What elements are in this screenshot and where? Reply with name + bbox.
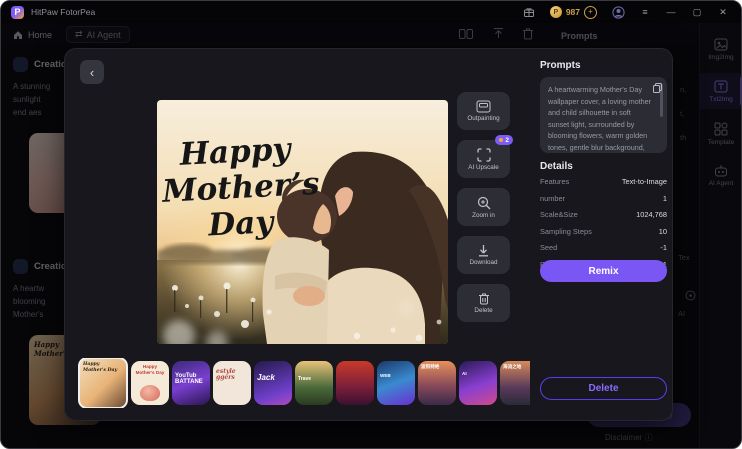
action-label: AI Upscale — [468, 163, 499, 171]
detail-label: Scale&Size — [540, 210, 578, 219]
thumbnail-text: 海流之地 — [503, 364, 522, 369]
generated-image[interactable]: Happy Mother’s Day — [157, 100, 448, 344]
back-button[interactable]: ‹ — [80, 60, 104, 84]
detail-row: number 1 — [540, 194, 667, 203]
app-logo: P — [11, 5, 24, 19]
download-button[interactable]: Download — [457, 236, 510, 274]
thumbnail-cyborg-web[interactable]: WEB — [377, 361, 415, 405]
close-button[interactable]: ✕ — [717, 7, 729, 18]
detail-row: Features Text-to-Image — [540, 177, 667, 186]
detail-value: -1 — [660, 243, 667, 252]
zoom-in-button[interactable]: Zoom in — [457, 188, 510, 226]
add-credits-icon[interactable]: + — [584, 5, 597, 19]
detail-label: Features — [540, 177, 570, 186]
app-window: P HitPaw FotorPea P 987 + ≡ — ▢ ✕ Home — [0, 0, 742, 449]
detail-row: Sampling Steps 10 — [540, 227, 667, 236]
thumbnail-text — [336, 361, 342, 367]
app-title: HitPaw FotorPea — [31, 7, 96, 17]
thumbnail-text: WEB — [380, 373, 391, 378]
minimize-button[interactable]: — — [665, 7, 677, 17]
ai-upscale-button[interactable]: 2 AI Upscale — [457, 135, 513, 178]
upscale-cost-badge: 2 — [495, 135, 513, 145]
thumbnail-text: Happy Mother's Day — [83, 362, 118, 373]
detail-label: number — [540, 193, 566, 203]
thumbnail-text: Jack — [257, 373, 275, 382]
thumbnail-mothers-day-photo[interactable]: Happy Mother's Day — [78, 358, 128, 408]
thumbnail-text: estyle ggers — [216, 368, 236, 381]
thumbnail-red-city[interactable] — [336, 361, 374, 405]
detail-value: 1024,768 — [636, 210, 667, 219]
action-label: Zoom in — [472, 211, 495, 219]
outpainting-button[interactable]: Outpainting — [457, 92, 510, 130]
thumbnail-text: 波阳特绝 — [421, 364, 440, 369]
zoom-in-icon — [477, 196, 490, 209]
thumbnail-mothers-day-illustration[interactable]: Happy Mother's Day — [131, 361, 169, 405]
delete-icon — [478, 293, 489, 305]
titlebar: P HitPaw FotorPea P 987 + ≡ — ▢ ✕ — [1, 1, 741, 23]
thumbnail-text: Happy Mother's Day — [135, 364, 165, 375]
coin-icon: P — [549, 6, 562, 18]
detail-label: Sampling Steps — [540, 226, 592, 236]
copy-icon[interactable] — [653, 83, 662, 93]
thumbnail-travel[interactable]: Trave — [295, 361, 333, 405]
thumbnail-text: AI — [462, 371, 467, 376]
credits-pill[interactable]: P 987 + — [549, 5, 597, 19]
outpainting-icon — [476, 100, 491, 113]
thumbnail-strip: Happy Mother's Day Happy Mother's Day Yo… — [78, 358, 530, 408]
menu-icon[interactable]: ≡ — [639, 7, 651, 17]
image-detail-modal: ‹ Happy Mother’s Day Outpainting 2 AI Up… — [64, 48, 673, 421]
delete-button[interactable]: Delete — [457, 284, 510, 322]
detail-label: Seed — [540, 243, 558, 252]
detail-row: Scale&Size 1024,768 — [540, 210, 667, 219]
details-heading: Details — [540, 161, 573, 172]
gift-icon[interactable] — [522, 5, 536, 19]
thumbnail-sunset-coast[interactable]: 波阳特绝 — [418, 361, 456, 405]
thumbnail-jack-neon[interactable]: Jack — [254, 361, 292, 405]
prompt-box[interactable]: A heartwarming Mother's Day wallpaper co… — [540, 77, 667, 153]
remix-button[interactable]: Remix — [540, 260, 667, 282]
image-title-line3: Day — [206, 204, 276, 244]
image-title-line1: Happy — [178, 131, 293, 173]
thumbnail-youtube-neon[interactable]: YouTub BATTANE — [172, 361, 210, 405]
thumbnail-text: Trave — [298, 376, 312, 382]
prompt-text: A heartwarming Mother's Day wallpaper co… — [548, 85, 652, 152]
maximize-button[interactable]: ▢ — [691, 7, 703, 18]
credits-count: 987 — [565, 7, 580, 17]
image-actions: Outpainting 2 AI Upscale Zoom in Downloa… — [457, 92, 513, 322]
action-label: Delete — [474, 307, 493, 314]
ai-upscale-icon — [476, 147, 491, 162]
thumbnail-ai-cyborg[interactable]: AI — [459, 361, 497, 405]
thumbnail-lifestyle[interactable]: estyle ggers — [213, 361, 251, 405]
download-icon — [479, 245, 488, 257]
detail-row: Seed -1 — [540, 243, 667, 252]
thumbnail-text: YouTub BATTANE — [175, 373, 203, 385]
action-label: Download — [469, 259, 498, 266]
prompts-heading: Prompts — [540, 60, 581, 71]
detail-value: 1 — [662, 193, 667, 203]
account-icon[interactable] — [611, 5, 625, 19]
detail-value: Text-to-Image — [621, 177, 667, 186]
modal-delete-button[interactable]: Delete — [540, 377, 667, 400]
thumbnail-sea-land[interactable]: 海流之地 — [500, 361, 530, 405]
action-label: Outpainting — [467, 115, 500, 122]
detail-value: 10 — [658, 226, 667, 236]
